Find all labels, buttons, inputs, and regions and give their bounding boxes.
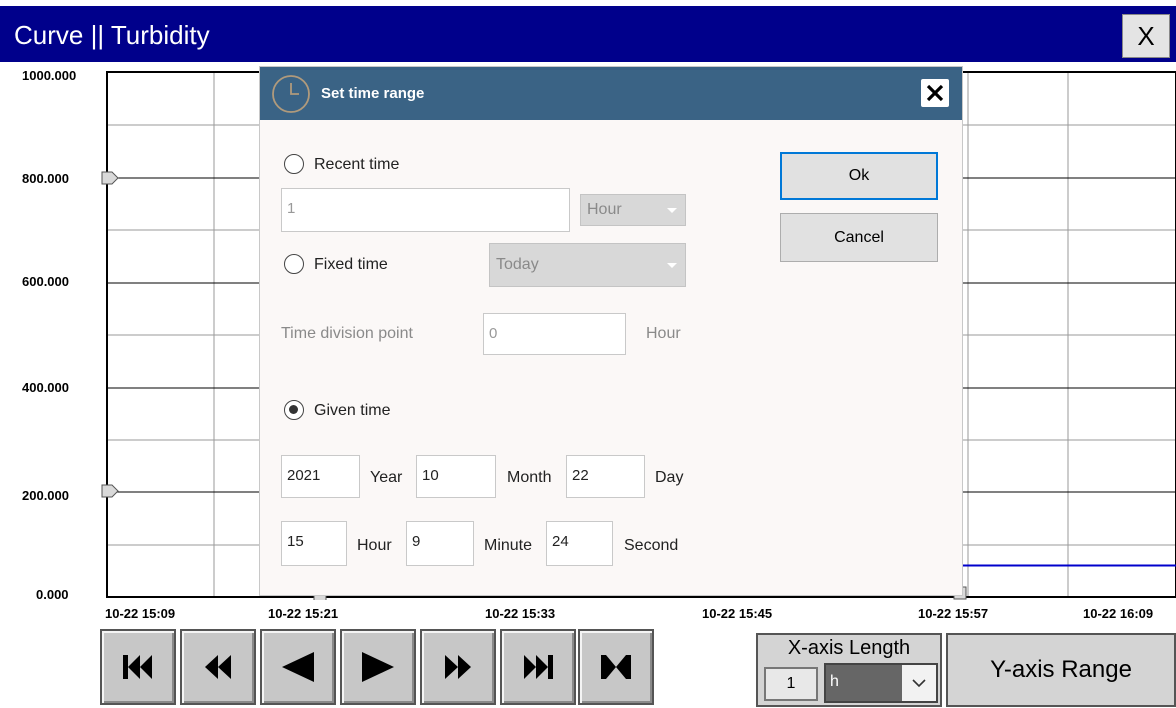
jump-to-now-icon xyxy=(601,655,631,679)
skip-to-end-icon xyxy=(524,655,553,679)
x-axis-length-input[interactable]: 1 xyxy=(764,667,818,701)
set-time-range-dialog: Set time range Recent time 1 Hour Fixed … xyxy=(260,67,962,595)
fast-backward-icon xyxy=(205,655,231,679)
y-axis-range-button[interactable]: Y-axis Range xyxy=(946,633,1176,707)
fast-forward-icon xyxy=(445,655,471,679)
time-division-unit: Hour xyxy=(646,325,681,342)
given-time-radio[interactable] xyxy=(284,400,304,420)
recent-time-unit-value: Hour xyxy=(587,201,622,218)
y-cursor-marker[interactable] xyxy=(101,171,119,185)
minute-input[interactable]: 9 xyxy=(406,521,474,566)
skip-to-end-button[interactable] xyxy=(500,629,576,705)
skip-to-start-icon xyxy=(123,655,152,679)
step-forward-icon xyxy=(362,652,394,682)
hour-input[interactable]: 15 xyxy=(281,521,347,566)
x-axis-unit-value: h xyxy=(830,673,839,690)
jump-to-now-button[interactable] xyxy=(578,629,654,705)
y-tick-label: 800.000 xyxy=(22,171,69,186)
skip-to-start-button[interactable] xyxy=(100,629,176,705)
fixed-time-select[interactable]: Today xyxy=(489,243,686,287)
dialog-close-button[interactable] xyxy=(921,79,949,107)
recent-time-label: Recent time xyxy=(314,156,400,173)
year-label: Year xyxy=(370,469,403,486)
y-cursor-marker[interactable] xyxy=(101,484,119,498)
x-tick-label: 10-22 15:57 xyxy=(918,606,989,621)
recent-time-input[interactable]: 1 xyxy=(281,188,570,232)
x-tick-label: 10-22 15:33 xyxy=(485,606,556,621)
fast-forward-button[interactable] xyxy=(420,629,496,705)
step-forward-button[interactable] xyxy=(340,629,416,705)
x-axis-unit-select[interactable]: h xyxy=(824,663,938,703)
second-label: Second xyxy=(624,537,679,554)
chevron-down-icon xyxy=(667,263,677,268)
y-tick-label: 200.000 xyxy=(22,488,69,503)
dialog-title: Set time range xyxy=(321,85,425,102)
x-tick-label: 10-22 15:21 xyxy=(268,606,339,621)
year-input[interactable]: 2021 xyxy=(281,455,360,498)
x-axis-length-panel: X-axis Length 1 h xyxy=(756,633,942,707)
time-division-input[interactable]: 0 xyxy=(483,313,626,355)
close-icon xyxy=(926,84,944,102)
y-tick-label: 600.000 xyxy=(22,274,69,289)
cancel-button[interactable]: Cancel xyxy=(780,213,938,262)
chevron-down-icon xyxy=(902,665,936,701)
day-input[interactable]: 22 xyxy=(566,455,645,498)
chevron-down-icon xyxy=(667,208,677,213)
x-axis-length-title: X-axis Length xyxy=(787,637,911,659)
fast-backward-button[interactable] xyxy=(180,629,256,705)
month-input[interactable]: 10 xyxy=(416,455,496,498)
step-backward-button[interactable] xyxy=(260,629,336,705)
hour-label: Hour xyxy=(357,537,392,554)
x-tick-label: 10-22 16:09 xyxy=(1083,606,1154,621)
month-label: Month xyxy=(507,469,552,486)
recent-time-radio[interactable] xyxy=(284,154,304,174)
fixed-time-value: Today xyxy=(496,256,539,273)
day-label: Day xyxy=(655,469,684,486)
step-backward-icon xyxy=(282,652,314,682)
y-tick-label: 400.000 xyxy=(22,380,69,395)
second-input[interactable]: 24 xyxy=(546,521,613,566)
minute-label: Minute xyxy=(484,537,533,554)
given-time-label: Given time xyxy=(314,402,391,419)
x-tick-label: 10-22 15:09 xyxy=(105,606,176,621)
ok-button[interactable]: Ok xyxy=(780,152,938,200)
clock-icon xyxy=(272,75,310,113)
recent-time-unit-select[interactable]: Hour xyxy=(580,194,686,226)
y-tick-label: 1000.000 xyxy=(22,68,77,83)
dialog-header: Set time range xyxy=(260,67,962,120)
y-tick-label: 0.000 xyxy=(36,587,69,602)
fixed-time-label: Fixed time xyxy=(314,256,388,273)
x-tick-label: 10-22 15:45 xyxy=(702,606,773,621)
fixed-time-radio[interactable] xyxy=(284,254,304,274)
time-division-label: Time division point xyxy=(281,325,413,342)
